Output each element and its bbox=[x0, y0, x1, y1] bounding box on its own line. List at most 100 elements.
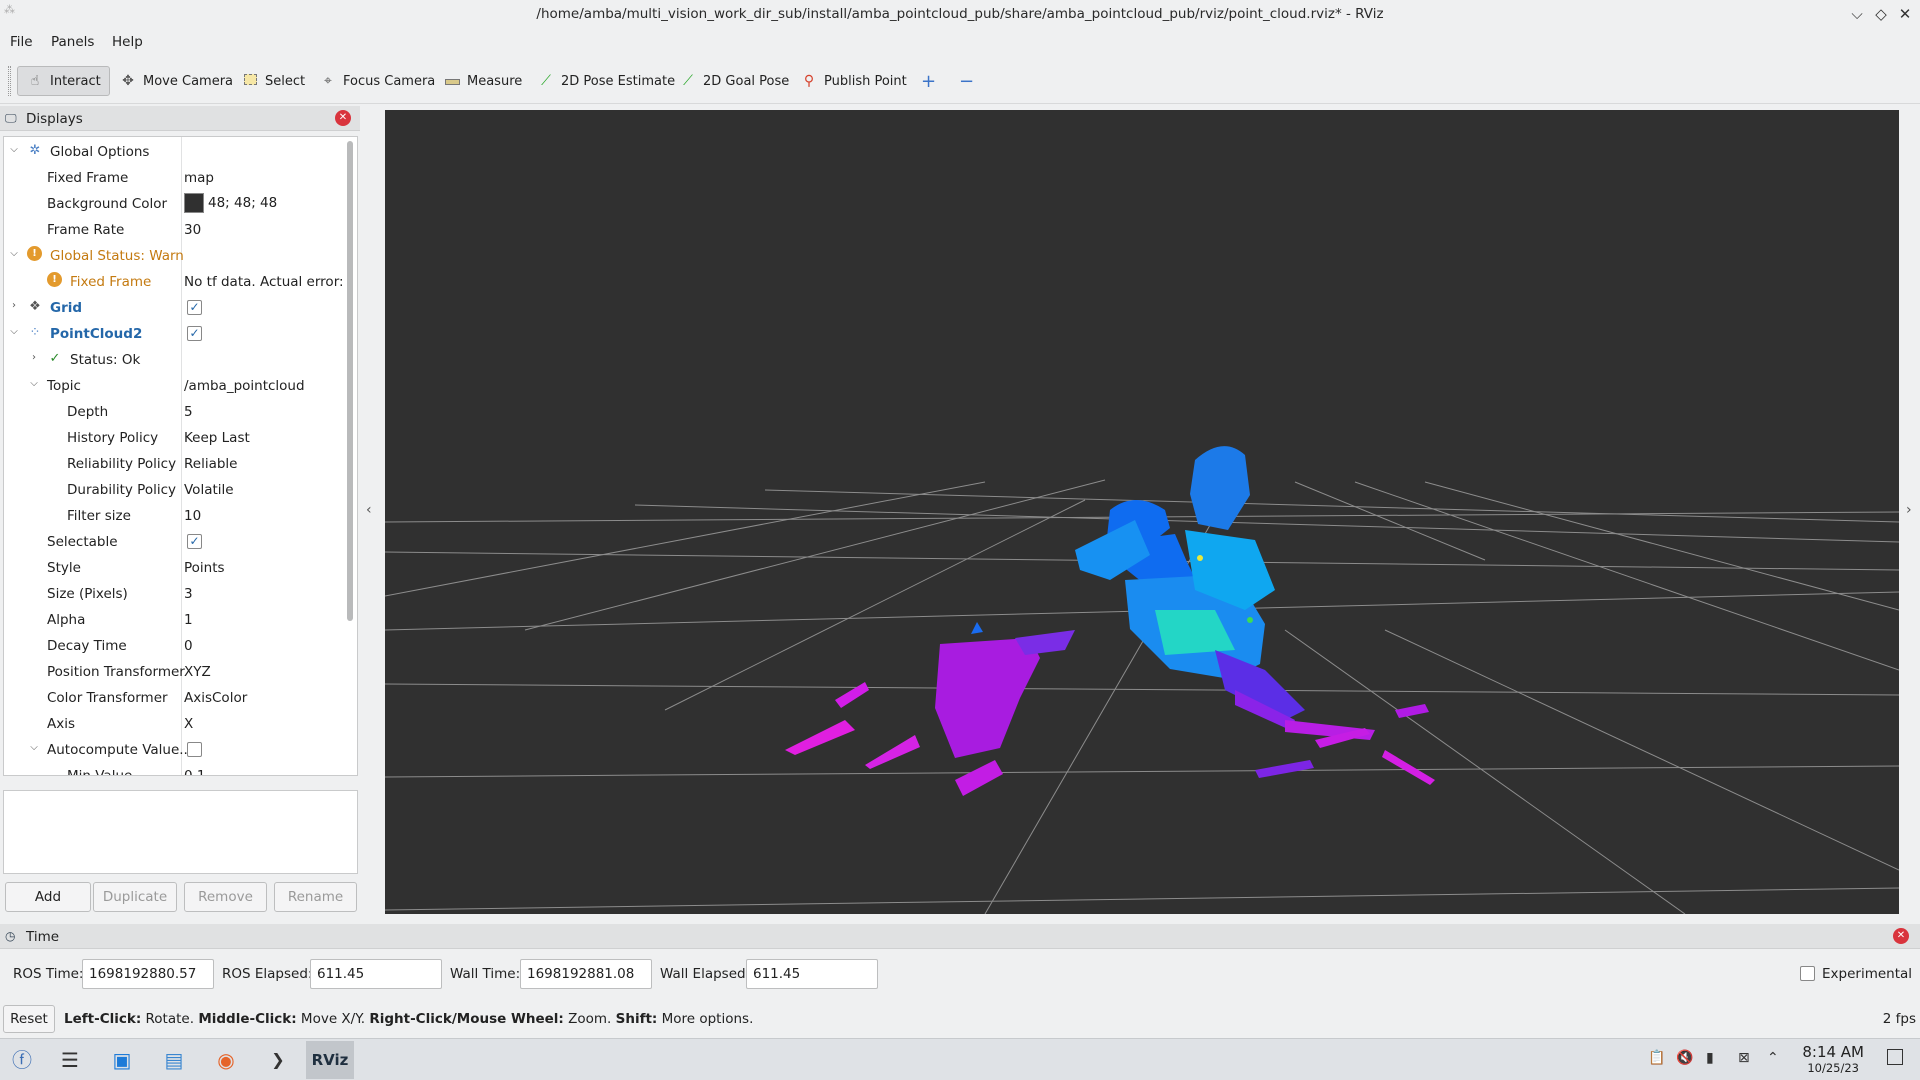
menu-help[interactable]: Help bbox=[112, 34, 143, 50]
tree-scrollbar[interactable] bbox=[345, 141, 355, 773]
add-tool-button[interactable]: + bbox=[912, 66, 945, 96]
fps-readout: 2 fps bbox=[1882, 1011, 1916, 1027]
system-clock[interactable]: 8:14 AM 10/25/23 bbox=[1802, 1043, 1864, 1075]
select-box-icon bbox=[241, 73, 259, 89]
grid-icon: ❖ bbox=[29, 299, 41, 314]
remove-tool-button[interactable]: − bbox=[950, 66, 983, 96]
tool-focus-camera[interactable]: ⌖ Focus Camera bbox=[310, 66, 444, 96]
hand-icon: ☝ bbox=[30, 73, 40, 89]
displays-tree[interactable]: ⌵ ✲ Global Options Fixed Frame map Backg… bbox=[3, 136, 358, 776]
close-time-panel-icon[interactable]: ✕ bbox=[1893, 928, 1909, 944]
pointcloud-enabled-checkbox[interactable]: ✓ bbox=[187, 326, 202, 341]
maximize-icon[interactable]: ◇ bbox=[1870, 3, 1892, 25]
autocompute-checkbox[interactable]: ✓ bbox=[187, 742, 202, 757]
chevron-down-icon[interactable]: ⌵ bbox=[8, 248, 20, 259]
volume-muted-icon[interactable]: 🔇 bbox=[1676, 1050, 1693, 1066]
tree-row-style[interactable]: Style Points bbox=[4, 555, 342, 581]
chevron-down-icon[interactable]: ⌵ bbox=[8, 144, 20, 155]
settings-sliders-icon[interactable]: ☰ bbox=[48, 1041, 92, 1079]
chevron-down-icon[interactable]: ⌵ bbox=[28, 378, 40, 389]
wall-time-field[interactable]: 1698192881.08 bbox=[520, 959, 652, 989]
tree-row-topic[interactable]: ⌵ Topic /amba_pointcloud bbox=[4, 373, 342, 399]
rename-display-button[interactable]: Rename bbox=[274, 882, 357, 912]
grid-enabled-checkbox[interactable]: ✓ bbox=[187, 300, 202, 315]
tree-row-reliability-policy[interactable]: Reliability Policy Reliable bbox=[4, 451, 342, 477]
tree-row-alpha[interactable]: Alpha 1 bbox=[4, 607, 342, 633]
tree-row-global-options[interactable]: ⌵ ✲ Global Options bbox=[4, 139, 342, 165]
tool-select[interactable]: Select bbox=[232, 66, 314, 96]
tree-row-history-policy[interactable]: History Policy Keep Last bbox=[4, 425, 342, 451]
tree-row-pointcloud2[interactable]: ⌵ ⁘ PointCloud2 ✓ bbox=[4, 321, 342, 347]
tree-row-global-status[interactable]: ⌵ ! Global Status: Warn bbox=[4, 243, 342, 269]
monitor-icon: 🖵 bbox=[5, 111, 17, 125]
chevron-down-icon[interactable]: ⌵ bbox=[28, 742, 40, 753]
menu-bar: File Panels Help bbox=[0, 29, 1920, 56]
minimize-icon[interactable]: ⌵ bbox=[1846, 3, 1868, 25]
experimental-checkbox[interactable] bbox=[1800, 966, 1815, 981]
tree-row-background-color[interactable]: Background Color 48; 48; 48 bbox=[4, 191, 342, 217]
terminal-icon[interactable]: ❯ bbox=[256, 1041, 300, 1079]
warning-icon: ! bbox=[27, 246, 42, 261]
time-panel-header: ◷ Time ✕ bbox=[0, 924, 1920, 949]
file-manager-icon[interactable]: ▤ bbox=[152, 1041, 196, 1079]
tree-row-min-value[interactable]: Min Value 0.1 bbox=[4, 763, 342, 775]
tree-row-position-transformer[interactable]: Position Transformer XYZ bbox=[4, 659, 342, 685]
render-viewport[interactable] bbox=[385, 110, 1899, 914]
tree-row-size-pixels[interactable]: Size (Pixels) 3 bbox=[4, 581, 342, 607]
show-desktop-icon[interactable] bbox=[1887, 1049, 1903, 1065]
taskbar-app-rviz[interactable]: RViz bbox=[306, 1041, 354, 1079]
crosshair-icon: ⌖ bbox=[324, 73, 332, 89]
tree-row-grid[interactable]: › ❖ Grid ✓ bbox=[4, 295, 342, 321]
window-titlebar: ⁂ /home/amba/multi_vision_work_dir_sub/i… bbox=[0, 0, 1920, 29]
remove-display-button[interactable]: Remove bbox=[184, 882, 267, 912]
tool-2d-pose-estimate[interactable]: ⟋ 2D Pose Estimate bbox=[528, 66, 684, 96]
clipboard-icon[interactable]: 📋 bbox=[1648, 1050, 1665, 1066]
chevron-right-icon[interactable]: › bbox=[28, 352, 40, 363]
duplicate-display-button[interactable]: Duplicate bbox=[93, 882, 177, 912]
chevron-up-icon[interactable]: ⌃ bbox=[1767, 1050, 1779, 1066]
chevron-right-icon[interactable]: › bbox=[8, 300, 20, 311]
collapse-left-icon[interactable]: ‹ bbox=[366, 502, 372, 518]
tool-interact[interactable]: ☝ Interact bbox=[17, 66, 110, 96]
ros-elapsed-field[interactable]: 611.45 bbox=[310, 959, 442, 989]
tree-row-fixed-frame[interactable]: Fixed Frame map bbox=[4, 165, 342, 191]
close-window-icon[interactable]: ✕ bbox=[1894, 3, 1916, 25]
tree-row-selectable[interactable]: Selectable ✓ bbox=[4, 529, 342, 555]
tree-row-depth[interactable]: Depth 5 bbox=[4, 399, 342, 425]
tree-row-decay-time[interactable]: Decay Time 0 bbox=[4, 633, 342, 659]
firefox-icon[interactable]: ◉ bbox=[204, 1041, 248, 1079]
displays-title: Displays bbox=[26, 111, 83, 127]
tool-move-camera[interactable]: ✥ Move Camera bbox=[110, 66, 242, 96]
software-store-icon[interactable]: ▣ bbox=[100, 1041, 144, 1079]
tree-row-filter-size[interactable]: Filter size 10 bbox=[4, 503, 342, 529]
green-arrow-icon: ⟋ bbox=[541, 73, 551, 89]
clock-icon: ◷ bbox=[5, 929, 16, 943]
menu-file[interactable]: File bbox=[10, 34, 33, 50]
tree-row-status-ok[interactable]: › ✓ Status: Ok bbox=[4, 347, 342, 373]
ros-time-field[interactable]: 1698192880.57 bbox=[82, 959, 214, 989]
add-display-button[interactable]: Add bbox=[5, 882, 91, 912]
tool-publish-point[interactable]: ⚲ Publish Point bbox=[791, 66, 916, 96]
reset-button[interactable]: Reset bbox=[3, 1005, 55, 1033]
tree-row-status-fixed-frame[interactable]: ! Fixed Frame No tf data. Actual error: … bbox=[4, 269, 342, 295]
ros-time-label: ROS Time: bbox=[13, 966, 84, 982]
network-disconnected-icon[interactable]: ⊠ bbox=[1738, 1050, 1750, 1066]
collapse-right-icon[interactable]: › bbox=[1906, 502, 1912, 518]
chevron-down-icon[interactable]: ⌵ bbox=[8, 326, 20, 337]
scrollbar-thumb[interactable] bbox=[347, 141, 353, 621]
tree-row-durability-policy[interactable]: Durability Policy Volatile bbox=[4, 477, 342, 503]
menu-panels[interactable]: Panels bbox=[51, 34, 94, 50]
selectable-checkbox[interactable]: ✓ bbox=[187, 534, 202, 549]
color-swatch[interactable] bbox=[184, 193, 204, 213]
tree-row-color-transformer[interactable]: Color Transformer AxisColor bbox=[4, 685, 342, 711]
green-arrow-icon: ⟋ bbox=[683, 73, 693, 89]
battery-icon[interactable]: ▮ bbox=[1706, 1050, 1714, 1066]
tree-row-autocompute[interactable]: ⌵ Autocompute Value... ✓ bbox=[4, 737, 342, 763]
tree-row-frame-rate[interactable]: Frame Rate 30 bbox=[4, 217, 342, 243]
tree-row-axis[interactable]: Axis X bbox=[4, 711, 342, 737]
tool-2d-goal-pose[interactable]: ⟋ 2D Goal Pose bbox=[670, 66, 798, 96]
fedora-launcher-icon[interactable]: ⓕ bbox=[0, 1041, 44, 1079]
close-panel-icon[interactable]: ✕ bbox=[335, 110, 351, 126]
wall-elapsed-field[interactable]: 611.45 bbox=[746, 959, 878, 989]
tool-measure[interactable]: Measure bbox=[434, 66, 531, 96]
